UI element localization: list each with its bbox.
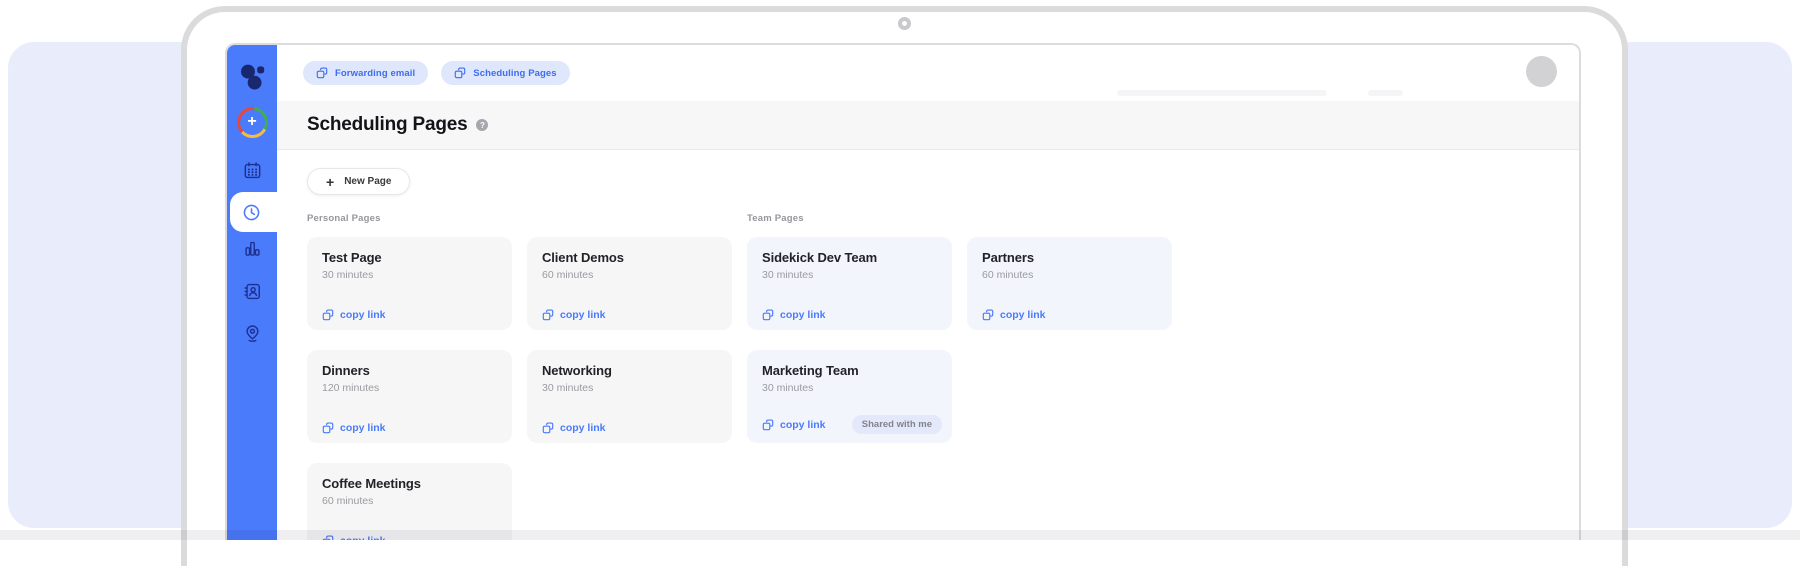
scheduling-page-card[interactable]: Test Page 30 minutes copy link bbox=[307, 237, 512, 330]
card-footer: copy link bbox=[322, 309, 502, 321]
copy-icon bbox=[982, 309, 994, 321]
scheduling-page-card[interactable]: Marketing Team 30 minutes copy link Shar… bbox=[747, 350, 952, 443]
user-avatar[interactable] bbox=[1526, 56, 1557, 87]
plus-icon: + bbox=[326, 173, 335, 190]
card-duration: 60 minutes bbox=[322, 495, 374, 507]
sidebar-item-calendar[interactable] bbox=[227, 161, 277, 180]
sidebar-item-places[interactable] bbox=[227, 324, 277, 343]
copy-link-label: copy link bbox=[340, 309, 386, 321]
card-title: Marketing Team bbox=[762, 363, 859, 378]
copy-icon bbox=[762, 309, 774, 321]
copy-link-label: copy link bbox=[560, 309, 606, 321]
card-title: Partners bbox=[982, 250, 1034, 265]
card-duration: 60 minutes bbox=[542, 269, 594, 281]
card-footer: copy link bbox=[762, 309, 942, 321]
plus-icon: + bbox=[239, 110, 265, 135]
sidekick-logo-icon bbox=[240, 64, 264, 90]
page-title: Scheduling Pages bbox=[307, 114, 468, 135]
card-title: Test Page bbox=[322, 250, 382, 265]
card-duration: 30 minutes bbox=[322, 269, 374, 281]
card-title: Sidekick Dev Team bbox=[762, 250, 878, 265]
copy-icon bbox=[542, 309, 554, 321]
calendar-icon bbox=[244, 162, 260, 179]
sidekick-logo[interactable] bbox=[227, 63, 277, 90]
add-new-button[interactable]: + bbox=[227, 107, 277, 138]
scheduling-pages-pill[interactable]: Scheduling Pages bbox=[441, 61, 570, 85]
app-window: + Forwarding email Scheduling Pages Sche… bbox=[225, 43, 1581, 540]
address-book-icon bbox=[244, 283, 260, 300]
copy-pages-icon bbox=[454, 67, 466, 79]
copy-link-label: copy link bbox=[340, 422, 386, 434]
card-footer: copy link bbox=[982, 309, 1162, 321]
team-pages-grid: Sidekick Dev Team 30 minutes copy link P… bbox=[747, 237, 1172, 443]
copy-pages-icon bbox=[316, 67, 328, 79]
placeholder-bar bbox=[1368, 90, 1403, 96]
shared-badge: Shared with me bbox=[851, 415, 942, 434]
scheduling-page-card[interactable]: Dinners 120 minutes copy link bbox=[307, 350, 512, 443]
card-title: Coffee Meetings bbox=[322, 476, 421, 491]
copy-link-button[interactable]: copy link bbox=[982, 309, 1046, 321]
copy-link-button[interactable]: copy link bbox=[542, 309, 606, 321]
section-label: Personal Pages bbox=[307, 213, 381, 224]
placeholder-bar bbox=[1117, 90, 1327, 96]
copy-link-button[interactable]: copy link bbox=[762, 419, 826, 431]
help-icon[interactable]: ? bbox=[476, 119, 489, 131]
page-sections: Personal Pages Test Page 30 minutes copy… bbox=[307, 213, 1579, 540]
card-title: Networking bbox=[542, 363, 612, 378]
page-header: Scheduling Pages ? bbox=[277, 101, 1579, 150]
topbar: Forwarding email Scheduling Pages bbox=[277, 45, 1579, 101]
copy-icon bbox=[322, 422, 334, 434]
scheduling-page-card[interactable]: Networking 30 minutes copy link bbox=[527, 350, 732, 443]
personal-pages-grid: Test Page 30 minutes copy link Client De… bbox=[307, 237, 732, 540]
scheduling-page-card[interactable]: Sidekick Dev Team 30 minutes copy link bbox=[747, 237, 952, 330]
copy-icon bbox=[762, 418, 774, 430]
copy-icon bbox=[322, 309, 334, 321]
card-footer: copy link bbox=[542, 422, 722, 434]
card-duration: 30 minutes bbox=[542, 382, 594, 394]
main-area: Forwarding email Scheduling Pages Schedu… bbox=[277, 45, 1579, 540]
new-page-button[interactable]: + New Page bbox=[307, 168, 411, 195]
card-duration: 30 minutes bbox=[762, 269, 814, 281]
clock-icon bbox=[243, 204, 260, 220]
copy-link-button[interactable]: copy link bbox=[322, 309, 386, 321]
sidebar-item-scheduling-active[interactable] bbox=[230, 192, 281, 232]
section-label: Team Pages bbox=[747, 213, 804, 224]
copy-link-button[interactable]: copy link bbox=[542, 422, 606, 434]
content-area: + New Page Personal Pages Test Page 30 m… bbox=[277, 150, 1579, 540]
card-footer: copy link Shared with me bbox=[762, 415, 942, 434]
sidebar-item-analytics[interactable] bbox=[227, 239, 277, 258]
section-personal-pages: Personal Pages Test Page 30 minutes copy… bbox=[307, 213, 732, 540]
copy-link-button[interactable]: copy link bbox=[322, 422, 386, 434]
copy-link-label: copy link bbox=[1000, 309, 1046, 321]
card-duration: 30 minutes bbox=[762, 382, 814, 394]
pill-label: Forwarding email bbox=[335, 67, 416, 79]
section-team-pages: Team Pages Sidekick Dev Team 30 minutes … bbox=[747, 213, 1172, 443]
bar-chart-icon bbox=[244, 241, 260, 256]
multicolor-ring: + bbox=[236, 107, 268, 138]
pill-label: Scheduling Pages bbox=[473, 67, 557, 79]
copy-link-label: copy link bbox=[560, 422, 606, 434]
copy-icon bbox=[542, 422, 554, 434]
new-page-label: New Page bbox=[344, 176, 392, 187]
card-duration: 120 minutes bbox=[322, 382, 380, 394]
sidebar-item-contacts[interactable] bbox=[227, 282, 277, 301]
screen-bottom-fade bbox=[0, 530, 1800, 540]
card-title: Dinners bbox=[322, 363, 370, 378]
scheduling-page-card[interactable]: Partners 60 minutes copy link bbox=[967, 237, 1172, 330]
card-title: Client Demos bbox=[542, 250, 624, 265]
copy-link-button[interactable]: copy link bbox=[762, 309, 826, 321]
scheduling-page-card[interactable]: Coffee Meetings 60 minutes copy link bbox=[307, 463, 512, 540]
sidebar: + bbox=[227, 45, 281, 540]
card-footer: copy link bbox=[542, 309, 722, 321]
scheduling-page-card[interactable]: Client Demos 60 minutes copy link bbox=[527, 237, 732, 330]
forwarding-email-pill[interactable]: Forwarding email bbox=[303, 61, 429, 85]
device-camera-dot bbox=[898, 17, 911, 30]
card-duration: 60 minutes bbox=[982, 269, 1034, 281]
copy-link-label: copy link bbox=[780, 418, 826, 431]
copy-link-label: copy link bbox=[780, 309, 826, 321]
card-footer: copy link bbox=[322, 422, 502, 434]
location-pin-icon bbox=[245, 325, 259, 342]
